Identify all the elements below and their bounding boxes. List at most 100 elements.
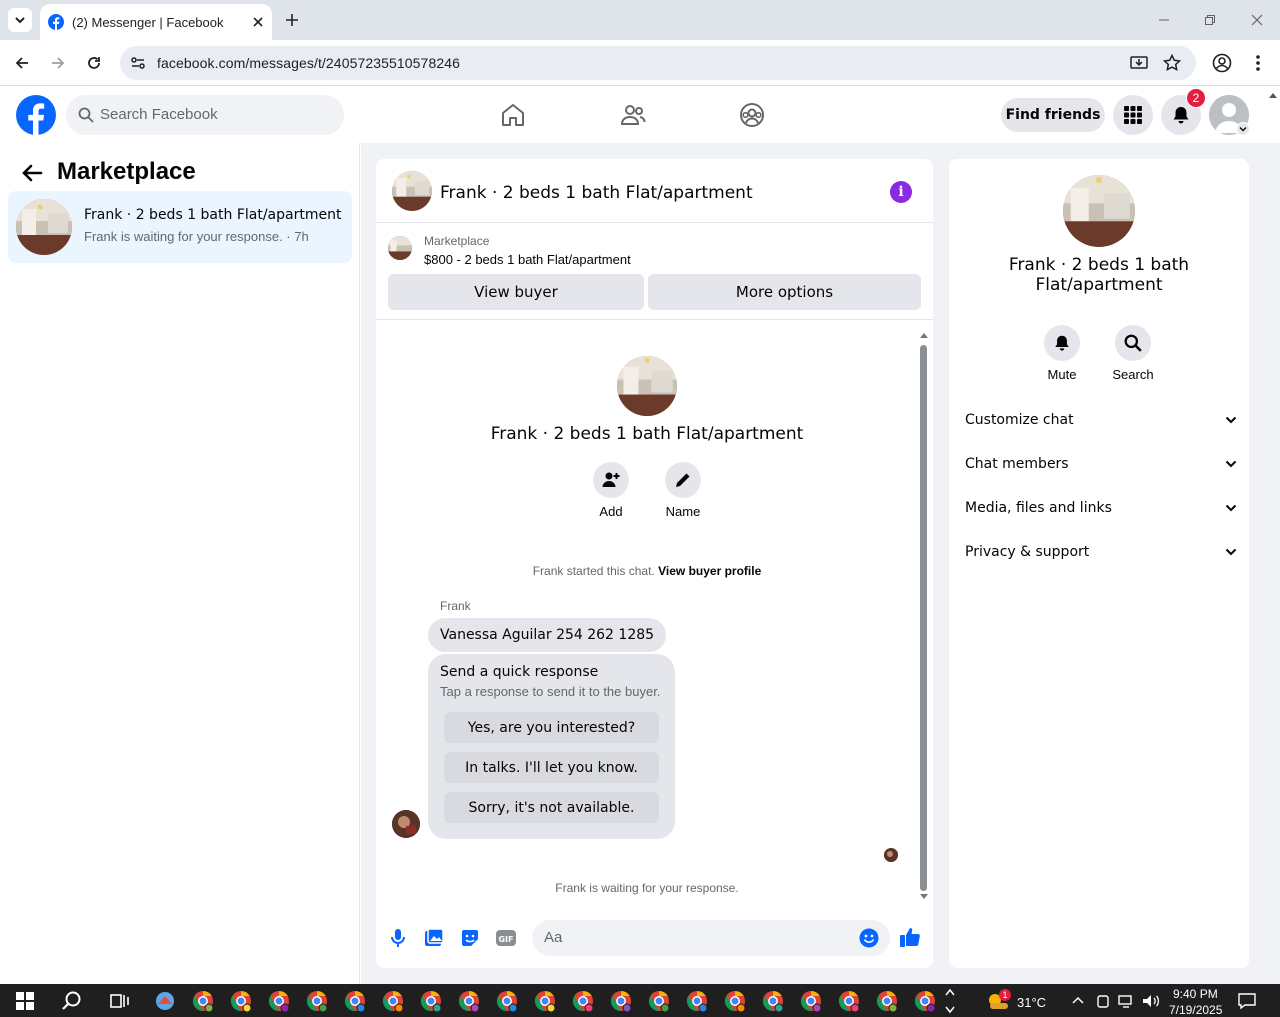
- listing-title[interactable]: $800 - 2 beds 1 bath Flat/apartment: [424, 252, 631, 267]
- chrome-profile-icon[interactable]: [230, 990, 252, 1012]
- chrome-profile-icon[interactable]: [800, 990, 822, 1012]
- chat-members-section[interactable]: Chat members: [965, 446, 1237, 482]
- sticker-icon[interactable]: [459, 927, 481, 949]
- search-in-chat-button[interactable]: [1115, 325, 1151, 361]
- chrome-profile-icon[interactable]: [192, 990, 214, 1012]
- name-label: Name: [665, 504, 701, 519]
- mute-button[interactable]: [1044, 325, 1080, 361]
- scroll-up-icon[interactable]: [919, 331, 929, 339]
- find-friends-button[interactable]: Find friends: [1001, 98, 1105, 132]
- gif-icon[interactable]: GIF: [495, 927, 517, 949]
- browser-tab[interactable]: (2) Messenger | Facebook: [40, 4, 272, 40]
- add-person-button[interactable]: [593, 462, 629, 498]
- message-scrollbar[interactable]: [918, 331, 929, 899]
- quick-response-option[interactable]: Sorry, it's not available.: [444, 792, 659, 823]
- close-icon[interactable]: [252, 16, 264, 28]
- name-action[interactable]: Name: [653, 462, 713, 519]
- install-app-icon[interactable]: [1130, 54, 1148, 72]
- task-view-icon[interactable]: [109, 990, 131, 1012]
- listing-small-thumbnail[interactable]: [388, 236, 412, 260]
- meet-now-icon[interactable]: [1096, 993, 1110, 1009]
- chrome-profile-icon[interactable]: [648, 990, 670, 1012]
- tab-search-button[interactable]: [8, 8, 32, 32]
- info-icon[interactable]: i: [890, 181, 912, 203]
- friends-nav-button[interactable]: [617, 99, 649, 131]
- address-bar[interactable]: facebook.com/messages/t/2405723551057824…: [120, 46, 1196, 80]
- message-scroll-thumb[interactable]: [920, 345, 927, 891]
- message-input[interactable]: Aa: [532, 920, 890, 956]
- chrome-profile-icon[interactable]: [914, 990, 936, 1012]
- clock-date[interactable]: 7/19/2025: [1169, 1003, 1222, 1017]
- search-action[interactable]: Search: [1103, 325, 1163, 382]
- emoji-icon[interactable]: [859, 928, 879, 948]
- home-nav-button[interactable]: [497, 99, 529, 131]
- add-action[interactable]: Add: [581, 462, 641, 519]
- view-buyer-button[interactable]: View buyer: [388, 274, 644, 310]
- profile-icon[interactable]: [1212, 53, 1232, 73]
- view-buyer-profile-link[interactable]: View buyer profile: [658, 564, 761, 578]
- thumbs-up-icon[interactable]: [899, 926, 921, 948]
- windows-start-icon[interactable]: [14, 990, 36, 1012]
- chat-panel: Frank · 2 beds 1 bath Flat/apartment i M…: [376, 159, 933, 968]
- volume-icon[interactable]: [1142, 993, 1160, 1009]
- chrome-profile-icon[interactable]: [610, 990, 632, 1012]
- network-icon[interactable]: [1118, 993, 1136, 1009]
- chrome-profile-icon[interactable]: [572, 990, 594, 1012]
- back-button[interactable]: [10, 51, 34, 75]
- clock-time[interactable]: 9:40 PM: [1173, 987, 1218, 1001]
- chrome-profile-icon[interactable]: [268, 990, 290, 1012]
- chrome-profile-icon[interactable]: [420, 990, 442, 1012]
- chevron-up-icon[interactable]: [1072, 996, 1084, 1004]
- mute-action[interactable]: Mute: [1032, 325, 1092, 382]
- restore-button[interactable]: [1198, 8, 1222, 32]
- chat-header-name[interactable]: Frank · 2 beds 1 bath Flat/apartment: [440, 183, 753, 203]
- new-tab-button[interactable]: [280, 8, 304, 32]
- quick-response-option[interactable]: In talks. I'll let you know.: [444, 752, 659, 783]
- chrome-profile-icon[interactable]: [344, 990, 366, 1012]
- url-text[interactable]: facebook.com/messages/t/2405723551057824…: [157, 55, 460, 71]
- search-icon[interactable]: [61, 990, 83, 1012]
- chrome-profile-icon[interactable]: [382, 990, 404, 1012]
- reload-button[interactable]: [82, 51, 106, 75]
- scroll-up-icon[interactable]: [1268, 91, 1278, 99]
- name-edit-button[interactable]: [665, 462, 701, 498]
- taskbar-scroll-icon[interactable]: [944, 986, 956, 1016]
- sender-avatar[interactable]: [392, 810, 420, 838]
- account-menu-caret[interactable]: [1236, 122, 1250, 136]
- site-settings-icon[interactable]: [130, 55, 146, 71]
- back-arrow-icon[interactable]: [20, 161, 44, 185]
- chrome-profile-icon[interactable]: [458, 990, 480, 1012]
- chrome-profile-icon[interactable]: [496, 990, 518, 1012]
- customize-chat-section[interactable]: Customize chat: [965, 402, 1237, 438]
- close-window-button[interactable]: [1245, 8, 1269, 32]
- chrome-profile-icon[interactable]: [762, 990, 784, 1012]
- scroll-down-icon[interactable]: [919, 893, 929, 901]
- groups-nav-button[interactable]: [736, 99, 768, 131]
- microphone-icon[interactable]: [387, 927, 409, 949]
- message-bubble[interactable]: Vanessa Aguilar 254 262 1285: [428, 618, 667, 652]
- minimize-button[interactable]: [1152, 8, 1176, 32]
- grid-menu-icon: [1124, 106, 1142, 124]
- privacy-support-section[interactable]: Privacy & support: [965, 534, 1237, 570]
- chrome-profile-icon[interactable]: [534, 990, 556, 1012]
- kebab-menu-icon[interactable]: [1250, 53, 1266, 73]
- photo-icon[interactable]: [423, 927, 445, 949]
- temperature[interactable]: 31°C: [1017, 995, 1046, 1010]
- chat-header-thumbnail[interactable]: [392, 171, 432, 211]
- chrome-profile-icon[interactable]: [724, 990, 746, 1012]
- chrome-profile-icon[interactable]: [876, 990, 898, 1012]
- facebook-logo-icon[interactable]: [16, 95, 56, 135]
- menu-button[interactable]: [1113, 95, 1153, 135]
- app-icon[interactable]: [154, 990, 176, 1012]
- facebook-search-box[interactable]: Search Facebook: [66, 95, 344, 135]
- quick-response-option[interactable]: Yes, are you interested?: [444, 712, 659, 743]
- star-icon[interactable]: [1163, 54, 1181, 72]
- forward-button[interactable]: [46, 51, 70, 75]
- notification-center-icon[interactable]: [1238, 992, 1256, 1010]
- chrome-profile-icon[interactable]: [306, 990, 328, 1012]
- more-options-button[interactable]: More options: [648, 274, 921, 310]
- media-files-links-section[interactable]: Media, files and links: [965, 490, 1237, 526]
- chrome-profile-icon[interactable]: [838, 990, 860, 1012]
- conversation-item[interactable]: Frank · 2 beds 1 bath Flat/apartment Fra…: [8, 191, 352, 263]
- chrome-profile-icon[interactable]: [686, 990, 708, 1012]
